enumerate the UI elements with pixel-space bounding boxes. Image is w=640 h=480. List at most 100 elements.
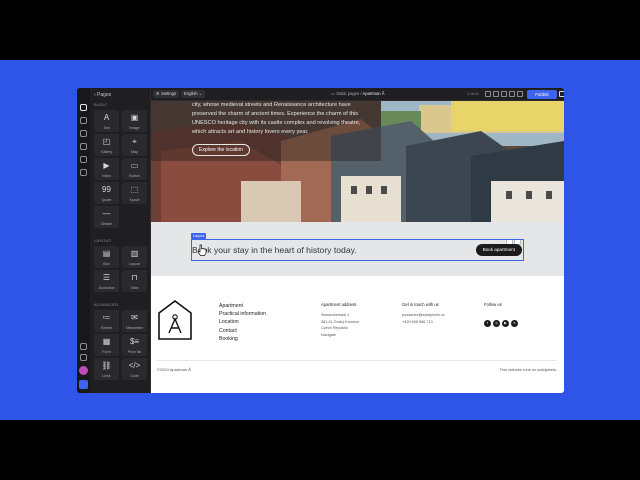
widget-tile-code[interactable]: </> Code [122, 358, 147, 380]
facebook-icon[interactable]: f [484, 320, 491, 327]
address-line: Czech Republic [321, 326, 348, 331]
widgets-panel: ‹ Pages BASIC A Text ▣ Image ◰ Gallery ⌖ Map ▶ Vid… [90, 88, 151, 393]
text-icon: A [103, 113, 110, 122]
settings-icon[interactable] [80, 130, 87, 137]
address-column: Apartment address Starorobertská 1 381 01… [321, 302, 359, 338]
chat-icon[interactable] [80, 354, 87, 361]
footer-navigation: Apartment Practical information Location Co… [219, 302, 266, 343]
widget-tile-form[interactable]: ▦ Form [94, 334, 119, 356]
explore-location-button[interactable]: Explore the location [192, 144, 250, 156]
widget-tile-label: Space [129, 198, 140, 202]
widget-tile-space[interactable]: ⬚ Space [122, 182, 147, 204]
widget-tile-gallery[interactable]: ◰ Gallery [94, 134, 119, 156]
forms-icon[interactable] [80, 156, 87, 163]
preview-icon[interactable] [501, 91, 507, 97]
widget-tile-label: Code [130, 374, 139, 378]
widget-tile-text[interactable]: A Text [94, 110, 119, 132]
widget-tile-label: Layout [129, 262, 140, 266]
widget-section-heading: ADVANCED [94, 302, 119, 307]
publish-button[interactable]: Publish [527, 90, 557, 99]
youtube-icon[interactable]: ▶ [502, 320, 509, 327]
divider-icon: — [102, 209, 111, 218]
hand-cursor-icon [197, 244, 207, 256]
widget-tile-tabs[interactable]: ⊓ Tabs [122, 270, 147, 292]
widget-tile-label: Accordion [98, 286, 115, 290]
instagram-icon[interactable]: ◎ [493, 320, 500, 327]
social-links: f ◎ ▶ ✕ [484, 311, 520, 329]
help-icon[interactable] [80, 343, 87, 350]
widget-section-heading: BASIC [94, 102, 108, 107]
widget-tile-button[interactable]: ▭ Button [122, 158, 147, 180]
booking-headline[interactable]: Book your stay in the heart of history t… [192, 244, 357, 256]
contact-heading: Get in touch with us [402, 302, 439, 307]
selected-layout-block[interactable]: Book your stay in the heart of history t… [191, 239, 524, 261]
top-toolbar: ⚙ Settings English ⌄ ▭ Static pages / Ap… [151, 88, 564, 101]
video-icon: ▶ [103, 161, 110, 170]
widget-tile-quote[interactable]: 99 Quote [94, 182, 119, 204]
icon-rail [77, 88, 90, 393]
button-icon: ▭ [130, 161, 139, 170]
widget-tile-video[interactable]: ▶ Video [94, 158, 119, 180]
x-icon[interactable]: ✕ [511, 320, 518, 327]
widget-tile-label: Quote [101, 198, 112, 202]
widget-tile-newsletter[interactable]: ✉ Newsletter [122, 310, 147, 332]
book-apartment-button[interactable]: Book apartment [475, 244, 522, 256]
hero-image: city, whose medieval streets and Renaiss… [151, 101, 564, 222]
widget-tile-label: Button [129, 174, 140, 178]
box-icon: ▤ [102, 249, 111, 258]
footer-nav-link[interactable]: Location [219, 318, 266, 326]
breadcrumb-page: Apartman Å [362, 91, 385, 96]
address-heading: Apartment address [321, 302, 357, 307]
widget-tile-entries[interactable]: ≔ Entries [94, 310, 119, 332]
widget-tile-divider[interactable]: — Divider [94, 206, 119, 228]
accordion-icon: ☰ [102, 273, 111, 282]
contact-column: Get in touch with us pozdanez@solidpixel… [402, 302, 445, 325]
footer-divider [157, 360, 557, 361]
site-footer: Apartment Practical information Location Co… [151, 276, 564, 393]
more-icon[interactable] [559, 91, 564, 97]
runs-on-text[interactable]: This website runs on solidpixels. [500, 367, 557, 372]
widget-tile-price-list[interactable]: $≡ Price list [122, 334, 147, 356]
footer-nav-link[interactable]: Practical information [219, 310, 266, 318]
widget-tile-accordion[interactable]: ☰ Accordion [94, 270, 119, 292]
folder-icon: ▭ [331, 91, 335, 96]
widget-tile-label: Form [102, 350, 111, 354]
footer-nav-link[interactable]: Contact [219, 327, 266, 335]
footer-nav-link[interactable]: Booking [219, 335, 266, 343]
follow-heading: Follow us [484, 302, 502, 307]
history-icon[interactable] [517, 91, 523, 97]
phone-link[interactable]: +420 606 586 710 [402, 319, 445, 326]
breadcrumb-section[interactable]: Static pages [336, 91, 359, 96]
media-icon[interactable] [80, 143, 87, 150]
widget-tile-label: Tabs [130, 286, 139, 290]
gallery-icon: ◰ [102, 137, 111, 146]
address-line: 381 01 Český Krumlov [321, 319, 360, 324]
device-icon[interactable] [509, 91, 515, 97]
undo-icon[interactable] [485, 91, 491, 97]
navigate-link[interactable]: Navigate [321, 332, 359, 339]
redo-icon[interactable] [493, 91, 499, 97]
widget-tile-image[interactable]: ▣ Image [122, 110, 147, 132]
widget-tile-map[interactable]: ⌖ Map [122, 134, 147, 156]
pages-icon[interactable] [80, 104, 87, 111]
widget-tile-links[interactable]: ⛓ Links [94, 358, 119, 380]
widget-section-heading: LAYOUT [94, 238, 112, 243]
widget-tile-label: Entries [100, 326, 113, 330]
widget-tile-layout[interactable]: ▥ Layout [122, 246, 147, 268]
entries-icon: ≔ [102, 313, 111, 322]
house-logo-icon[interactable] [157, 299, 193, 341]
booking-section: Layout Book your stay in the heart of hi… [151, 222, 564, 276]
back-to-pages-link[interactable]: ‹ Pages [94, 92, 111, 98]
footer-nav-link[interactable]: Apartment [219, 302, 266, 310]
stats-icon[interactable] [80, 169, 87, 176]
zoom-level: 1:16:41 [467, 92, 479, 96]
language-select[interactable]: English ⌄ [181, 90, 206, 98]
image-icon: ▣ [130, 113, 139, 122]
panel-toggle-icon[interactable] [79, 380, 88, 389]
widget-tile-box[interactable]: ▤ Box [94, 246, 119, 268]
quote-icon: 99 [102, 185, 111, 194]
email-link[interactable]: pozdanez@solidpixels.cz [402, 312, 445, 319]
settings-button[interactable]: ⚙ Settings [153, 90, 180, 98]
design-icon[interactable] [80, 117, 87, 124]
avatar[interactable] [79, 366, 88, 375]
